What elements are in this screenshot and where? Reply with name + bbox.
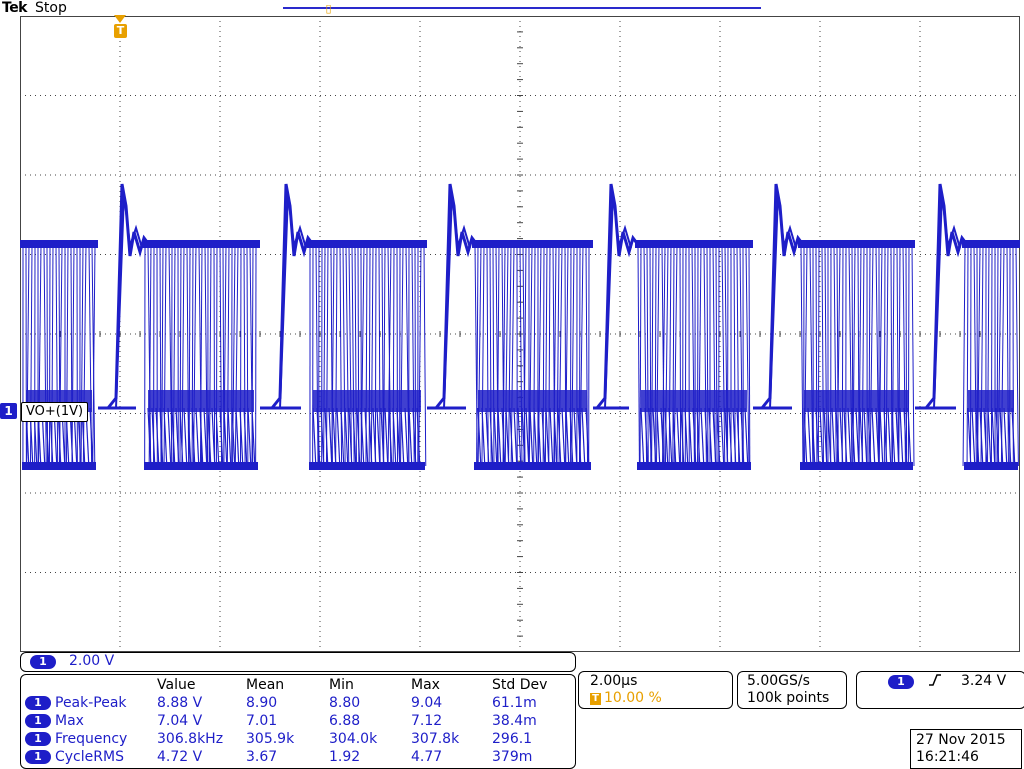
meas-mean: 305.9k xyxy=(246,730,294,748)
meas-max: 9.04 xyxy=(411,694,442,712)
acquisition-state: Stop xyxy=(35,0,67,16)
col-header-std-dev: Std Dev xyxy=(492,677,547,693)
meas-min: 6.88 xyxy=(329,712,360,730)
meas-name: CycleRMS xyxy=(55,748,124,766)
meas-mean: 8.90 xyxy=(246,694,277,712)
time: 16:21:46 xyxy=(916,749,979,765)
acquisition-panel[interactable]: 5.00GS/s 100k points xyxy=(737,671,847,709)
trigger-position-readout: T10.00 % xyxy=(590,690,662,706)
trigger-point-arrow xyxy=(114,15,126,23)
meas-min: 304.0k xyxy=(329,730,377,748)
meas-name: Frequency xyxy=(55,730,127,748)
trigger-source-badge: 1 xyxy=(888,675,914,689)
rising-edge-icon xyxy=(928,673,942,691)
meas-mean: 3.67 xyxy=(246,748,277,766)
timebase-value: 2.00µs xyxy=(590,673,637,689)
brand-logo: Tek xyxy=(2,0,27,16)
trigger-position-icon: T xyxy=(590,693,601,705)
meas-value: 4.72 V xyxy=(157,748,202,766)
trigger-point-icon[interactable]: T xyxy=(114,24,127,38)
waveform-display[interactable] xyxy=(20,16,1020,652)
col-header-mean: Mean xyxy=(246,677,284,693)
col-header-max: Max xyxy=(411,677,440,693)
meas-max: 7.12 xyxy=(411,712,442,730)
meas-value: 8.88 V xyxy=(157,694,202,712)
meas-name: Peak-Peak xyxy=(55,694,127,712)
col-header-value: Value xyxy=(157,677,195,693)
meas-name: Max xyxy=(55,712,84,730)
meas-value: 7.04 V xyxy=(157,712,202,730)
meas-std-dev: 296.1 xyxy=(492,730,532,748)
datetime-panel: 27 Nov 2015 16:21:46 xyxy=(910,729,1022,769)
measurement-row[interactable]: 1 Frequency 306.8kHz 305.9k 304.0k 307.8k 296.… xyxy=(21,730,575,748)
meas-min: 8.80 xyxy=(329,694,360,712)
record-length: 100k points xyxy=(747,690,829,706)
measurement-row[interactable]: 1 CycleRMS 4.72 V 3.67 1.92 4.77 379m xyxy=(21,748,575,766)
ch1-badge: 1 xyxy=(30,655,56,669)
meas-max: 307.8k xyxy=(411,730,459,748)
measurement-channel-badge: 1 xyxy=(25,750,51,764)
record-trigger-marker-icon: ▯ xyxy=(323,2,334,16)
meas-max: 4.77 xyxy=(411,748,442,766)
measurement-channel-badge: 1 xyxy=(25,696,51,710)
meas-std-dev: 61.1m xyxy=(492,694,537,712)
trigger-position-value: 10.00 % xyxy=(604,690,662,706)
record-view-bar xyxy=(283,7,761,9)
meas-std-dev: 379m xyxy=(492,748,532,766)
meas-mean: 7.01 xyxy=(246,712,277,730)
measurement-row[interactable]: 1 Max 7.04 V 7.01 6.88 7.12 38.4m xyxy=(21,712,575,730)
measurement-row[interactable]: 1 Peak-Peak 8.88 V 8.90 8.80 9.04 61.1m xyxy=(21,694,575,712)
trigger-level: 3.24 V xyxy=(961,673,1006,689)
trigger-panel[interactable]: 1 3.24 V xyxy=(856,671,1024,709)
ch1-scale-value: 2.00 V xyxy=(69,653,114,669)
date: 27 Nov 2015 xyxy=(916,732,1006,748)
horizontal-panel[interactable]: 2.00µs T10.00 % xyxy=(578,671,733,709)
col-header-min: Min xyxy=(329,677,354,693)
ch1-ground-marker[interactable]: 1 xyxy=(0,403,17,419)
measurement-channel-badge: 1 xyxy=(25,732,51,746)
sample-rate: 5.00GS/s xyxy=(747,673,810,689)
measurement-table[interactable]: Value Mean Min Max Std Dev 1 Peak-Peak 8.8… xyxy=(20,674,576,769)
measurement-channel-badge: 1 xyxy=(25,714,51,728)
meas-min: 1.92 xyxy=(329,748,360,766)
ch1-label: VO+(1V) xyxy=(21,402,88,422)
channel-scale-panel[interactable]: 1 2.00 V xyxy=(20,652,576,672)
meas-std-dev: 38.4m xyxy=(492,712,537,730)
meas-value: 306.8kHz xyxy=(157,730,223,748)
